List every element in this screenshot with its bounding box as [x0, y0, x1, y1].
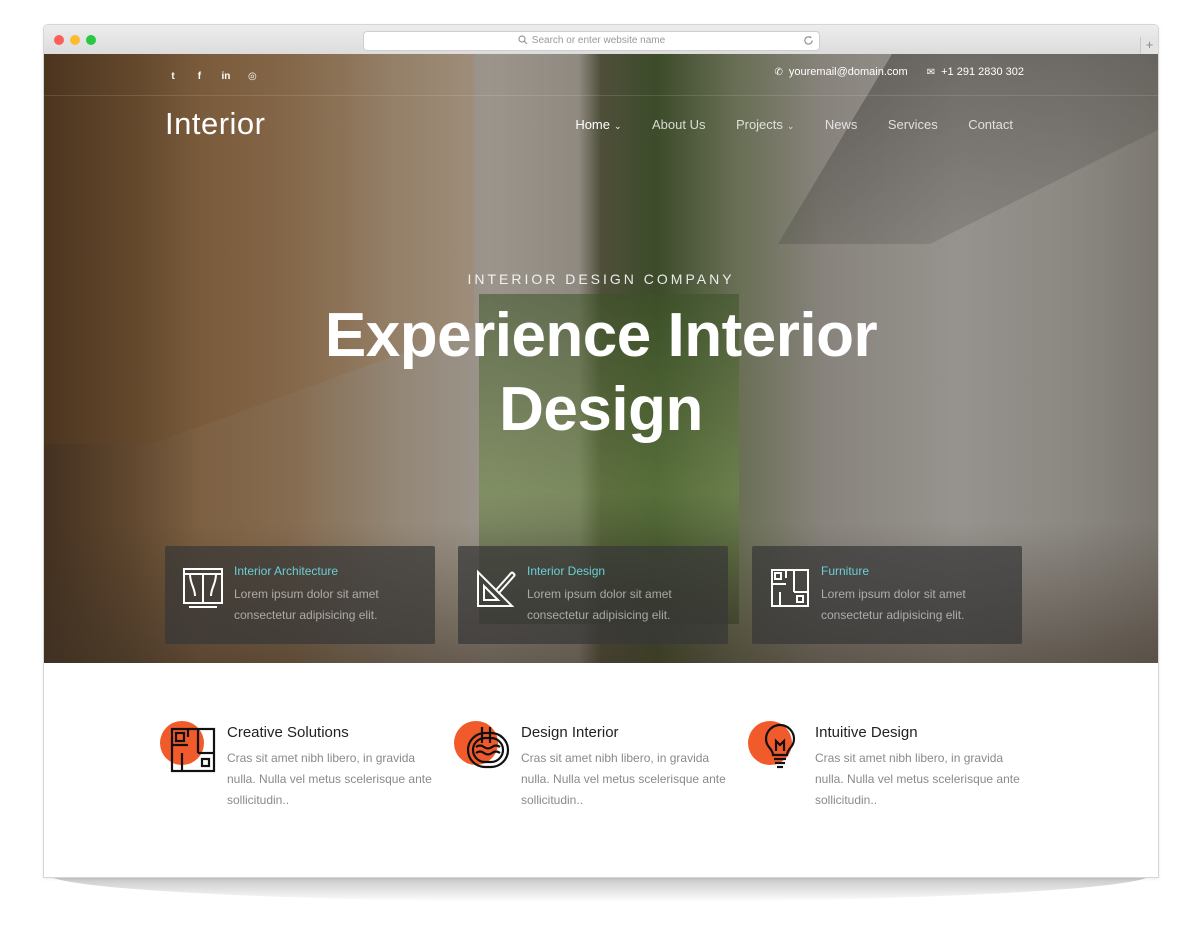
nav-item-label: Contact [968, 117, 1013, 132]
service-desc: Cras sit amet nibh libero, in gravida nu… [227, 751, 432, 807]
nav-item-label: Projects [735, 117, 783, 132]
service-desc: Cras sit amet nibh libero, in gravida nu… [815, 751, 1020, 807]
search-icon [518, 35, 528, 45]
browser-shadow [48, 874, 1152, 902]
nav-item-label: Services [887, 117, 938, 132]
service-title: Intuitive Design [815, 724, 918, 741]
feature-desc: Lorem ipsum dolor sit amet consectetur a… [527, 587, 672, 622]
feature-card[interactable]: Interior Architecture Lorem ipsum dolor … [165, 546, 435, 644]
reload-icon[interactable] [803, 35, 814, 46]
phone-text: +1 291 2830 302 [941, 66, 1024, 78]
pool-icon [454, 721, 510, 769]
maximize-window-button[interactable] [86, 35, 96, 45]
social-links: t f in ◎ [166, 66, 267, 84]
nav-item-contact[interactable]: Contact [968, 117, 1013, 132]
phone-contact[interactable]: ✉ +1 291 2830 302 [927, 66, 1024, 78]
feature-card[interactable]: Furniture Lorem ipsum dolor sit amet con… [752, 546, 1022, 644]
chevron-down-icon: ⌄ [614, 121, 622, 131]
nav-item-services[interactable]: Services [888, 117, 938, 132]
linkedin-icon[interactable]: in [219, 71, 233, 82]
floor-plan-icon [160, 721, 216, 773]
contact-info: ✆ youremail@domain.com ✉ +1 291 2830 302 [759, 66, 1025, 78]
email-contact[interactable]: ✆ youremail@domain.com [775, 66, 908, 78]
nav-item-label: News [824, 117, 858, 132]
ruler-triangle-icon [477, 569, 516, 607]
hero-section: t f in ◎ ✆ youremail@domain.com ✉ +1 291 2… [44, 54, 1158, 663]
nav-item-label: About Us [652, 117, 706, 132]
envelope-icon: ✉ [926, 67, 936, 78]
nav-item-about-us[interactable]: About Us [652, 117, 705, 132]
address-placeholder: Search or enter website name [531, 35, 666, 46]
minimize-window-button[interactable] [70, 35, 80, 45]
lightbulb-icon [748, 721, 796, 769]
feature-title: Interior Design [527, 564, 606, 578]
phone-icon: ✆ [774, 67, 783, 78]
service-title: Design Interior [521, 724, 619, 741]
email-text: youremail@domain.com [788, 66, 908, 78]
main-nav: Home ⌄ About Us Projects ⌄ News Services C… [549, 116, 1013, 134]
site-logo[interactable]: Interior [165, 106, 265, 142]
nav-item-home[interactable]: Home ⌄ [575, 117, 621, 132]
hero-title: Experience Interior Design [324, 301, 878, 444]
hero-subtitle: INTERIOR DESIGN COMPANY [467, 271, 735, 287]
facebook-icon[interactable]: f [192, 71, 206, 82]
twitter-icon[interactable]: t [166, 71, 180, 82]
new-tab-button[interactable]: + [1140, 37, 1158, 54]
browser-titlebar: Search or enter website name + [44, 25, 1158, 55]
service-desc: Cras sit amet nibh libero, in gravida nu… [521, 751, 726, 807]
feature-title: Interior Architecture [234, 564, 339, 578]
window-icon [183, 568, 223, 608]
browser-window: Search or enter website name + t f in ◎ … [43, 24, 1159, 878]
instagram-icon[interactable]: ◎ [245, 71, 259, 82]
feature-title: Furniture [821, 564, 870, 578]
close-window-button[interactable] [54, 35, 64, 45]
feature-card[interactable]: Interior Design Lorem ipsum dolor sit am… [458, 546, 728, 644]
floor-plan-icon [771, 569, 809, 607]
feature-desc: Lorem ipsum dolor sit amet consectetur a… [234, 587, 379, 622]
hero-text: INTERIOR DESIGN COMPANY Experience Inter… [44, 271, 1158, 447]
services-section: Creative Solutions Cras sit amet nibh li… [44, 663, 1158, 877]
nav-item-news[interactable]: News [825, 117, 858, 132]
top-bar: t f in ◎ ✆ youremail@domain.com ✉ +1 291 2… [44, 54, 1158, 96]
feature-desc: Lorem ipsum dolor sit amet consectetur a… [821, 587, 966, 622]
service-title: Creative Solutions [227, 724, 349, 741]
nav-item-projects[interactable]: Projects ⌄ [736, 117, 795, 132]
chevron-down-icon: ⌄ [786, 121, 795, 131]
address-bar[interactable]: Search or enter website name [363, 31, 820, 51]
nav-item-label: Home [575, 117, 610, 132]
